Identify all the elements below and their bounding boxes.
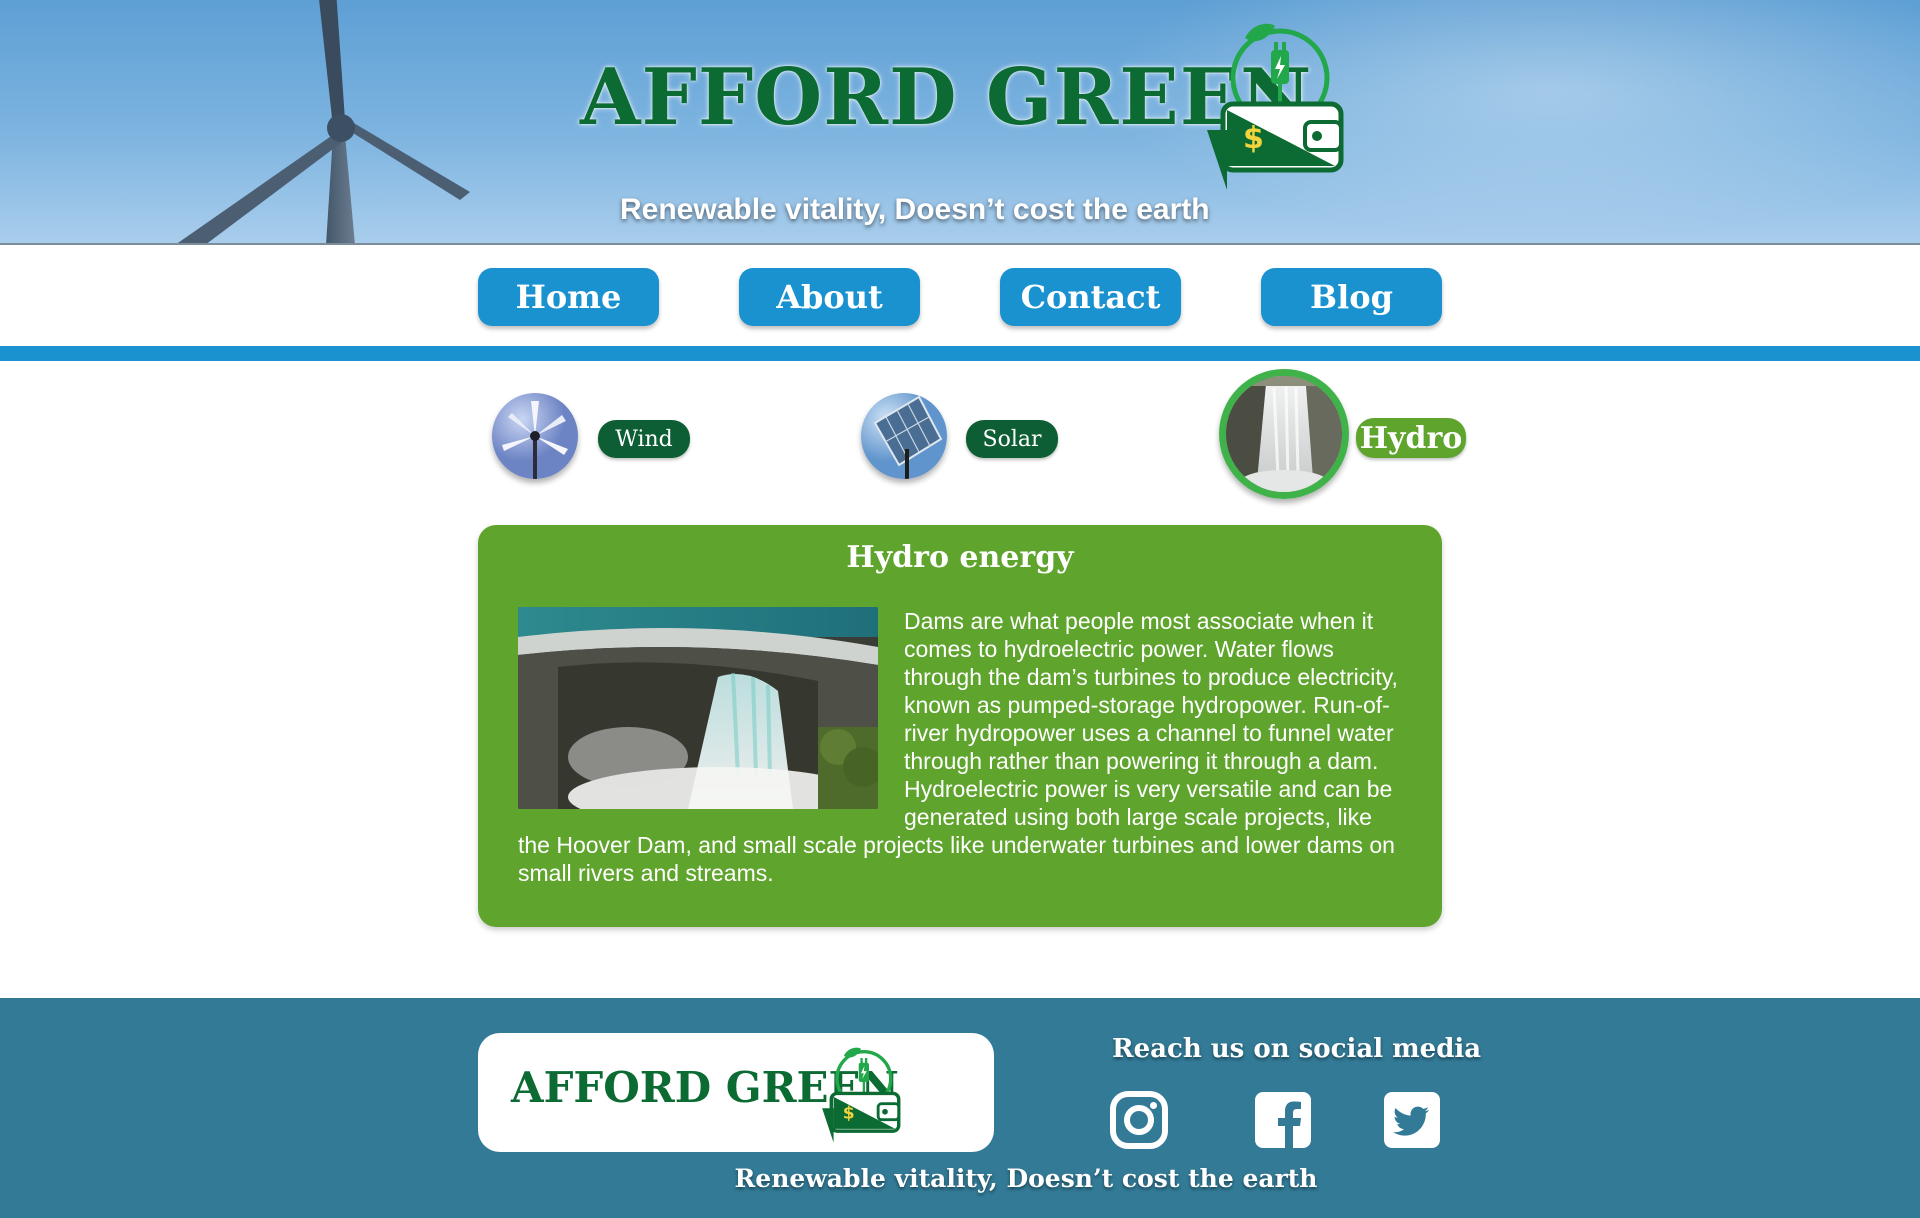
solar-thumbnail-icon <box>861 393 947 479</box>
energy-tab-hydro-label: Hydro <box>1356 418 1466 458</box>
energy-tab-hydro[interactable]: Hydro <box>1218 369 1468 499</box>
svg-text:$: $ <box>1243 121 1264 156</box>
brand-logo-icon: $ <box>1207 23 1344 190</box>
brand-title: AFFORD GREEN <box>580 52 1313 143</box>
nav-contact-button[interactable]: Contact <box>1000 268 1181 326</box>
header-tagline: Renewable vitality, Doesn’t cost the ear… <box>620 193 1210 226</box>
energy-tab-wind-label: Wind <box>598 420 690 458</box>
footer: AFFORD GREEN $ Reach us on social media <box>0 998 1920 1218</box>
social-heading: Reach us on social media <box>1112 1034 1482 1064</box>
wind-thumbnail-icon <box>492 393 578 479</box>
main-nav: Home About Contact Blog <box>0 247 1920 345</box>
energy-tab-solar[interactable]: Solar <box>860 378 1070 498</box>
instagram-icon[interactable] <box>1110 1091 1168 1149</box>
svg-text:$: $ <box>843 1104 855 1124</box>
nav-about-button[interactable]: About <box>739 268 920 326</box>
footer-logo-icon: $ <box>822 1047 901 1143</box>
facebook-icon[interactable] <box>1254 1091 1312 1149</box>
wind-turbine-image <box>177 0 470 243</box>
nav-home-button[interactable]: Home <box>478 268 659 326</box>
energy-tab-wind[interactable]: Wind <box>490 378 700 498</box>
hydro-dam-image <box>518 607 878 809</box>
energy-tab-solar-label: Solar <box>966 420 1058 458</box>
content-title: Hydro energy <box>846 540 1074 575</box>
content-body: Dams are what people most associate when… <box>518 607 1408 887</box>
footer-brand-card: AFFORD GREEN $ <box>478 1033 994 1152</box>
nav-blog-button[interactable]: Blog <box>1261 268 1442 326</box>
footer-tagline: Renewable vitality, Doesn’t cost the ear… <box>734 1164 1318 1193</box>
header-banner: AFFORD GREEN $ Renewable vitality, Doesn… <box>0 0 1920 245</box>
hydro-thumbnail-icon <box>1219 369 1349 499</box>
twitter-icon[interactable] <box>1383 1091 1441 1149</box>
nav-divider <box>0 346 1920 361</box>
energy-content-card: Hydro energy Dams are what people most a… <box>478 525 1442 927</box>
